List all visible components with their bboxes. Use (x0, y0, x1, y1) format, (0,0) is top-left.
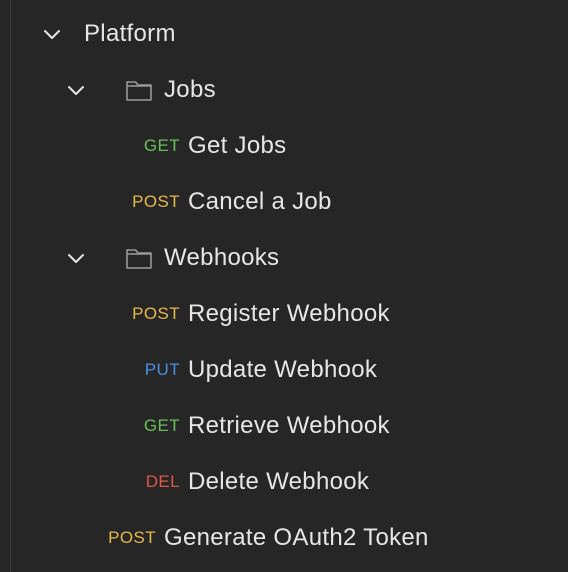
request-row-retrieve-webhook[interactable]: GET Retrieve Webhook (0, 398, 568, 454)
chevron-down-icon[interactable] (64, 78, 88, 102)
request-name: Delete Webhook (188, 468, 370, 495)
request-name: Generate OAuth2 Token (164, 524, 429, 551)
folder-label: Webhooks (164, 244, 280, 271)
method-badge: POST (132, 192, 180, 211)
request-name: Get Jobs (188, 132, 287, 159)
request-name: Register Webhook (188, 300, 390, 327)
request-name: Update Webhook (188, 356, 378, 383)
chevron-down-icon[interactable] (40, 22, 64, 46)
request-row-cancel-a-job[interactable]: POST Cancel a Job (0, 174, 568, 230)
chevron-down-icon[interactable] (64, 246, 88, 270)
collection-label: Platform (84, 20, 176, 47)
folder-row-webhooks[interactable]: Webhooks (0, 230, 568, 286)
request-name: Retrieve Webhook (188, 412, 390, 439)
method-badge: GET (143, 416, 180, 435)
request-row-delete-webhook[interactable]: DEL Delete Webhook (0, 454, 568, 510)
request-row-update-webhook[interactable]: PUT Update Webhook (0, 342, 568, 398)
method-badge: POST (108, 528, 156, 547)
request-name: Cancel a Job (188, 188, 332, 215)
folder-row-jobs[interactable]: Jobs (0, 62, 568, 118)
request-row-register-webhook[interactable]: POST Register Webhook (0, 286, 568, 342)
request-row-generate-oauth2-token[interactable]: POST Generate OAuth2 Token (0, 510, 568, 566)
request-row-get-jobs[interactable]: GET Get Jobs (0, 118, 568, 174)
method-badge: GET (143, 136, 180, 155)
method-badge: POST (132, 304, 180, 323)
collection-row-platform[interactable]: Platform (0, 6, 568, 62)
folder-icon (124, 75, 154, 105)
method-badge: DEL (145, 472, 180, 491)
folder-icon (124, 243, 154, 273)
method-badge: PUT (144, 360, 180, 379)
folder-label: Jobs (164, 76, 216, 103)
